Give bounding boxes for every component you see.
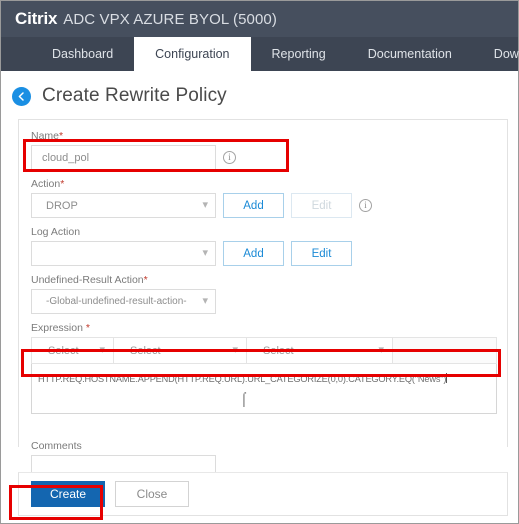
brand-bar: Citrix ADC VPX AZURE BYOL (5000) (1, 1, 518, 37)
field-expression: Expression * Select ▾ Select ▾ Select ▾ … (19, 322, 507, 414)
action-add-button[interactable]: Add (223, 193, 284, 218)
log-action-select[interactable]: ▾ (31, 241, 216, 266)
text-caret (446, 373, 448, 383)
page-title: Create Rewrite Policy (42, 85, 227, 106)
comments-label: Comments (31, 440, 82, 452)
field-action: Action* DROP ▾ Add Edit i (19, 178, 507, 218)
chevron-down-icon: ▾ (232, 344, 238, 356)
expression-selects-filler (393, 338, 496, 363)
page-header: Create Rewrite Policy (1, 71, 518, 119)
action-select-value: DROP (46, 199, 78, 212)
chevron-down-icon: ▾ (202, 199, 208, 211)
chevron-down-icon: ▾ (99, 344, 105, 356)
expression-select-1-value: Select (48, 344, 79, 357)
back-arrow-icon[interactable] (12, 86, 31, 106)
tab-documentation[interactable]: Documentation (347, 37, 473, 71)
name-label: Name* (31, 130, 64, 142)
close-button[interactable]: Close (115, 481, 189, 507)
tab-configuration[interactable]: Configuration (134, 37, 251, 71)
undefined-result-action-select[interactable]: -Global-undefined-result-action- ▾ (31, 289, 216, 314)
chevron-down-icon: ▾ (378, 344, 384, 356)
chevron-down-icon: ▾ (202, 295, 208, 307)
field-log-action: Log Action ▾ Add Edit (19, 226, 507, 266)
citrix-logo: Citrix (15, 9, 58, 28)
action-select[interactable]: DROP ▾ (31, 193, 216, 218)
name-info-icon[interactable]: i (223, 151, 236, 164)
tab-downloads[interactable]: Downloads (473, 37, 519, 71)
action-label: Action* (31, 178, 65, 190)
expression-select-3-value: Select (263, 344, 294, 357)
create-button[interactable]: Create (31, 481, 105, 507)
undefined-result-action-label: Undefined-Result Action* (31, 274, 148, 286)
tab-dashboard[interactable]: Dashboard (31, 37, 134, 71)
ibeam-cursor-icon: ⌠ (240, 391, 248, 406)
expression-value: HTTP.REQ.HOSTNAME.APPEND(HTTP.REQ.URL).U… (38, 374, 447, 384)
undefined-result-action-value: -Global-undefined-result-action- (46, 296, 187, 307)
tab-reporting[interactable]: Reporting (251, 37, 347, 71)
action-info-icon[interactable]: i (359, 199, 372, 212)
expression-select-2[interactable]: Select ▾ (114, 338, 247, 363)
action-edit-button: Edit (291, 193, 352, 218)
expression-builder-selects: Select ▾ Select ▾ Select ▾ (31, 337, 497, 364)
field-name: Name* cloud_pol i (19, 130, 507, 170)
main-nav: Dashboard Configuration Reporting Docume… (1, 37, 519, 71)
log-action-label: Log Action (31, 226, 81, 238)
expression-select-3[interactable]: Select ▾ (247, 338, 393, 363)
expression-textarea[interactable]: HTTP.REQ.HOSTNAME.APPEND(HTTP.REQ.URL).U… (31, 364, 497, 414)
expression-label: Expression * (31, 322, 90, 334)
product-name: ADC VPX AZURE BYOL (5000) (63, 10, 277, 28)
create-rewrite-policy-form: Name* cloud_pol i Action* DROP ▾ Add Edi… (18, 119, 508, 491)
form-footer: Create Close (18, 472, 508, 516)
chevron-down-icon: ▾ (202, 247, 208, 259)
field-undefined-result-action: Undefined-Result Action* -Global-undefin… (19, 274, 507, 314)
name-input[interactable]: cloud_pol (31, 145, 216, 170)
expression-select-1[interactable]: Select ▾ (32, 338, 114, 363)
log-action-add-button[interactable]: Add (223, 241, 284, 266)
log-action-edit-button[interactable]: Edit (291, 241, 352, 266)
expression-select-2-value: Select (130, 344, 161, 357)
